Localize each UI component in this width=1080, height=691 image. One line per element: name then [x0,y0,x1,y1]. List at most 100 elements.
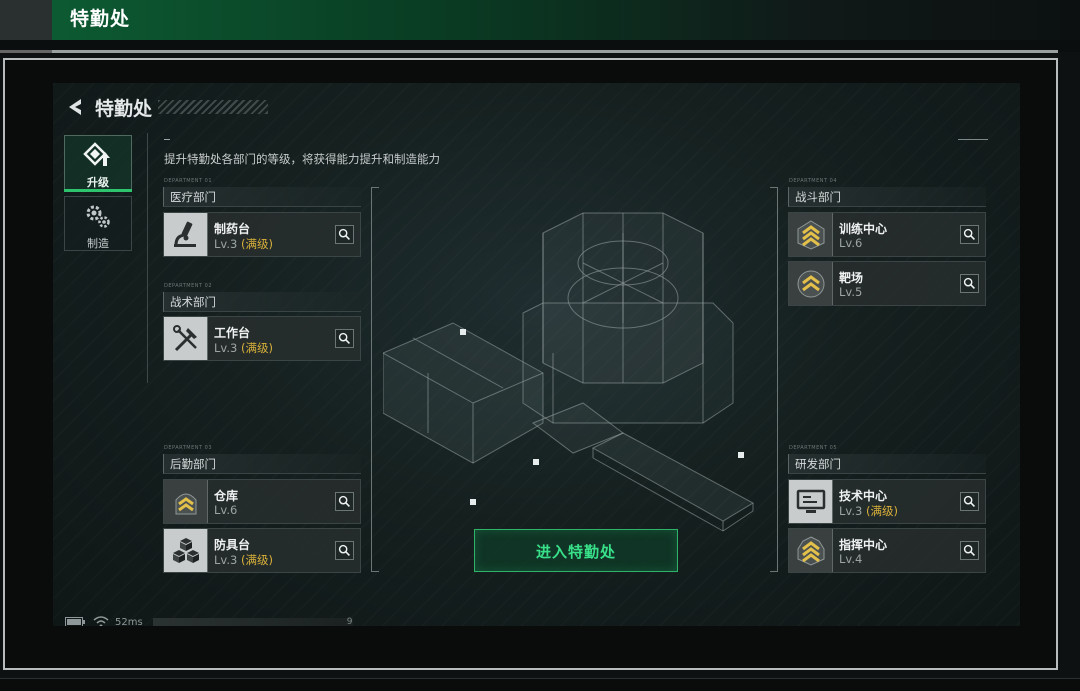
tab-craft[interactable]: 制造 [64,196,132,251]
section-tactical: DEPARTMENT 02 战术部门 [163,283,361,312]
tools-icon [173,325,197,352]
search-icon[interactable] [335,492,354,511]
facility-name: 指挥中心 [839,538,888,552]
facility-level: Lv.3 (满级) [839,504,898,518]
section-label: 研发部门 [795,457,841,471]
rank-chevron-icon [797,220,825,250]
max-level-tag: (满级) [240,553,273,567]
microscope-icon [174,221,196,247]
search-icon[interactable] [335,541,354,560]
facility-training-center[interactable]: 训练中心 Lv.6 [788,212,986,257]
cubes-icon [173,538,199,563]
section-label: 后勤部门 [170,457,216,471]
title-bar-cap [0,0,52,40]
facility-level: Lv.5 [839,285,863,299]
facility-armor-bench[interactable]: 防具台 Lv.3 (满级) [163,528,361,573]
title-band [52,0,1080,40]
upgrade-icon [83,142,110,166]
base-wireframe-model [383,212,755,532]
facility-thumb [164,480,208,523]
enter-special-ops-button[interactable]: 进入特勤处 [474,529,678,572]
status-bar: 52ms 9 [65,615,353,627]
gear-icon [86,205,110,228]
facility-thumb [164,213,208,256]
left-bracket [371,187,379,572]
battery-icon [65,617,85,626]
facility-thumb [789,262,833,305]
panel-header: 特勤处 [65,93,269,121]
section-logistics: DEPARTMENT 03 后勤部门 [163,445,361,474]
search-icon[interactable] [335,225,354,244]
special-ops-screen: 特勤处 提升特勤处各部门的等级，将获得能力提升和制造能力 升级 制造 DEPAR… [53,83,1020,626]
header-stripes [158,100,269,114]
panel-subtitle: 提升特勤处各部门的等级，将获得能力提升和制造能力 [164,152,440,166]
panel-title: 特勤处 [95,97,153,120]
facility-name: 制药台 [214,222,251,236]
section-tag: DEPARTMENT 05 [789,445,838,451]
facility-warehouse[interactable]: 仓库 Lv.6 [163,479,361,524]
status-code: 9 [346,617,353,626]
rank-chevron-icon [175,493,197,515]
rank-chevron-icon [797,270,825,298]
max-level-tag: (满级) [240,237,273,251]
facility-thumb [164,529,208,572]
facility-pharmacy[interactable]: 制药台 Lv.3 (满级) [163,212,361,257]
facility-shooting-range[interactable]: 靶场 Lv.5 [788,261,986,306]
rank-chevron-icon [797,536,825,566]
facility-level: Lv.4 [839,552,863,566]
facility-name: 技术中心 [839,489,888,503]
back-arrow-icon[interactable] [65,96,87,118]
max-level-tag: (满级) [865,504,898,518]
search-icon[interactable] [960,541,979,560]
facility-tech-center[interactable]: 技术中心 Lv.3 (满级) [788,479,986,524]
tab-upgrade[interactable]: 升级 [64,135,132,192]
facility-thumb [164,317,208,360]
window-title: 特勤处 [70,8,131,30]
right-bracket [770,187,778,572]
search-icon[interactable] [960,274,979,293]
section-label: 医疗部门 [170,190,216,204]
facility-thumb [789,213,833,256]
facility-name: 仓库 [214,489,239,503]
tab-label: 制造 [87,237,109,250]
monitor-icon [796,489,826,513]
section-tag: DEPARTMENT 02 [164,283,213,289]
facility-level: Lv.3 (满级) [214,341,273,355]
title-bar: 特勤处 [0,0,1080,53]
facility-level: Lv.3 (满级) [214,237,273,251]
section-combat: DEPARTMENT 04 战斗部门 [788,178,986,207]
enter-button-label: 进入特勤处 [535,543,616,561]
section-label: 战术部门 [170,295,216,309]
facility-name: 工作台 [214,326,251,340]
facility-level: Lv.3 (满级) [214,553,273,567]
facility-command-center[interactable]: 指挥中心 Lv.4 [788,528,986,573]
facility-level: Lv.6 [214,503,238,517]
facility-thumb [789,529,833,572]
title-underline-cap [0,50,52,53]
ping-readout: 52ms [115,616,143,627]
search-icon[interactable] [335,329,354,348]
section-medical: DEPARTMENT 01 医疗部门 [163,178,361,207]
section-label: 战斗部门 [795,190,841,204]
facility-thumb [789,480,833,523]
divider-line [147,133,148,383]
section-tag: DEPARTMENT 01 [164,178,213,184]
tick-mark [958,139,988,140]
max-level-tag: (满级) [240,341,273,355]
search-icon[interactable] [960,492,979,511]
search-icon[interactable] [960,225,979,244]
title-underline [0,50,1058,53]
facility-name: 靶场 [839,271,864,285]
facility-workbench[interactable]: 工作台 Lv.3 (满级) [163,316,361,361]
facility-name: 防具台 [214,538,251,552]
section-tag: DEPARTMENT 03 [164,445,213,451]
tab-label: 升级 [87,176,109,189]
section-tag: DEPARTMENT 04 [789,178,838,184]
facility-name: 训练中心 [839,222,888,236]
facility-level: Lv.6 [839,236,863,250]
bottom-strip [0,678,1080,691]
wifi-icon [93,616,109,626]
section-research: DEPARTMENT 05 研发部门 [788,445,986,474]
tick-mark [164,139,170,140]
status-progress-bar [152,617,353,626]
